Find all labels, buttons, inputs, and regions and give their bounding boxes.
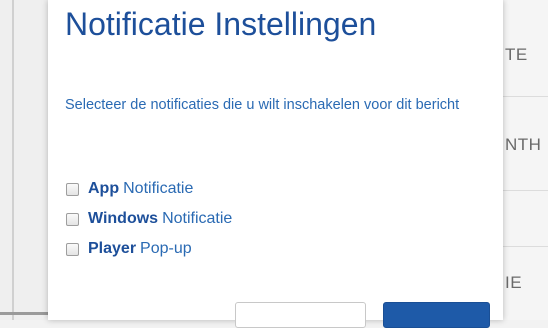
option-label: Notificatie (162, 210, 233, 227)
option-strong-label: Windows (88, 210, 159, 227)
windows-notification-checkbox[interactable] (66, 212, 79, 226)
option-windows-notification[interactable]: Windows Notificatie (66, 207, 232, 231)
app-notification-checkbox[interactable] (66, 182, 79, 196)
option-label: Notificatie (123, 180, 194, 197)
option-strong-label: App (88, 180, 120, 197)
table-cell: TE (505, 45, 528, 64)
option-label: Pop-up (140, 240, 192, 257)
player-popup-checkbox[interactable] (66, 242, 79, 256)
background-scrollbar (0, 312, 48, 315)
table-cell: NTH (505, 135, 542, 154)
option-app-notification[interactable]: App Notificatie (66, 177, 232, 201)
notification-settings-modal: Notificatie Instellingen Selecteer de no… (48, 0, 503, 328)
confirm-button[interactable] (383, 302, 490, 328)
background-border (12, 0, 14, 320)
modal-title: Notificatie Instellingen (65, 6, 377, 42)
table-cell: IE (505, 273, 523, 292)
notification-options: App Notificatie Windows Notificatie Play… (66, 177, 232, 267)
modal-description: Selecteer de notificaties die u wilt ins… (65, 97, 460, 113)
modal-footer (48, 300, 503, 328)
cancel-button[interactable] (235, 302, 366, 328)
option-player-popup[interactable]: Player Pop-up (66, 237, 232, 261)
option-strong-label: Player (88, 240, 137, 257)
